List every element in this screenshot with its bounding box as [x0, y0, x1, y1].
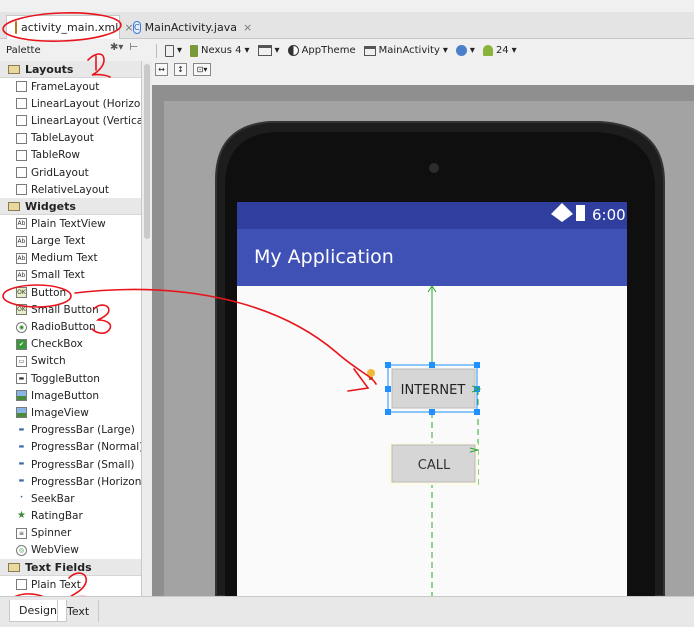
android-studio-window: activity_main.xml × C MainActivity.java … — [0, 0, 694, 627]
annotation-numeral-shape-3 — [91, 304, 112, 334]
annotation-numeral-shape-2 — [67, 572, 95, 599]
annotation-numeral-shape-1 — [87, 53, 111, 78]
tab-label: Text — [67, 604, 90, 618]
annotation-circle-tab — [2, 12, 122, 42]
bottom-tab-bar: Design Text — [0, 596, 694, 627]
call-button-label: CALL — [418, 458, 451, 473]
front-camera — [429, 163, 439, 173]
tab-text[interactable]: Text — [57, 600, 100, 622]
battery-icon — [576, 205, 585, 221]
phone-preview: 6:00 My Application CALL INTERNET — [2, 12, 665, 623]
internet-button-label: INTERNET — [401, 383, 466, 398]
tab-label: Design — [19, 604, 57, 617]
app-title: My Application — [254, 246, 394, 268]
status-time: 6:00 — [592, 206, 626, 224]
annotation-circle-button — [2, 284, 72, 308]
